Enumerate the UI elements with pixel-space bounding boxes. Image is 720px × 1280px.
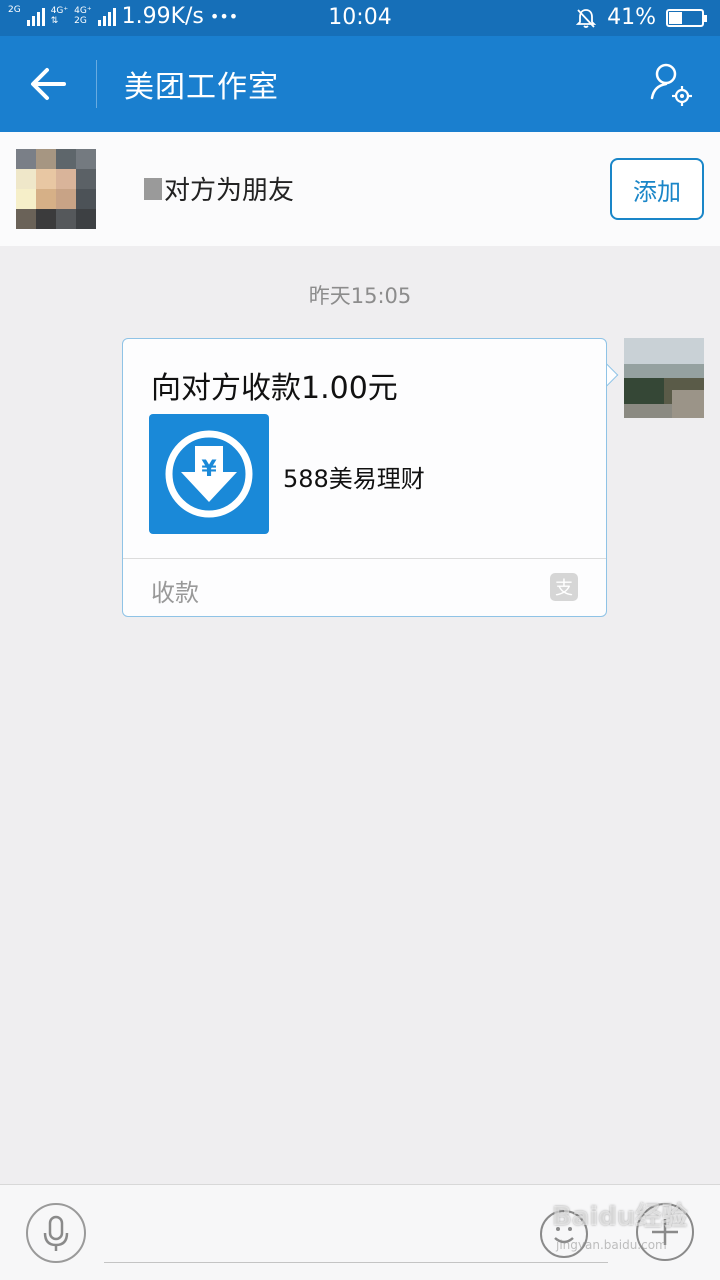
- baidu-watermark-url: jingyan.baidu.com: [556, 1238, 667, 1252]
- battery-percent: 41%: [607, 5, 656, 30]
- contact-avatar[interactable]: [16, 149, 96, 229]
- nav-bar: 美团工作室: [0, 36, 720, 132]
- yuan-download-icon: ¥: [165, 430, 253, 518]
- battery-icon: [666, 8, 707, 27]
- voice-input-button[interactable]: [26, 1203, 86, 1263]
- nav-divider: [96, 60, 97, 108]
- payer-app-name: 588美易理财: [283, 465, 425, 493]
- baidu-watermark: Baidu经验: [552, 1202, 688, 1232]
- my-avatar[interactable]: [624, 338, 704, 418]
- microphone-icon: [43, 1215, 69, 1251]
- back-button[interactable]: [22, 60, 74, 108]
- message-timestamp: 昨天15:05: [308, 284, 412, 308]
- payment-request-title: 向对方收款1.00元: [151, 371, 398, 406]
- message-input[interactable]: [104, 1203, 608, 1263]
- bell-muted-icon: [575, 8, 597, 28]
- app-icon: ¥: [149, 414, 269, 534]
- masked-name: [144, 177, 162, 200]
- back-arrow-icon: [31, 68, 66, 100]
- add-friend-bar: 对方为朋友 添加: [0, 132, 720, 246]
- profile-settings-icon: [650, 63, 692, 106]
- card-divider: [123, 558, 606, 559]
- status-bar: 2G 4G⁺ ⇅ 4G⁺ 2G 1.99K/s ••• 10:04 41%: [0, 0, 720, 36]
- svg-text:¥: ¥: [201, 457, 217, 482]
- card-footer-label: 收款: [151, 579, 199, 607]
- profile-settings-button[interactable]: [646, 60, 696, 110]
- payment-request-card[interactable]: 向对方收款1.00元 ¥ 588美易理财 收款 支: [122, 338, 607, 617]
- add-friend-prompt: 对方为朋友: [144, 170, 294, 207]
- alipay-icon: 支: [550, 573, 578, 601]
- page-title: 美团工作室: [124, 70, 279, 105]
- status-right: 41%: [575, 5, 707, 30]
- add-friend-button[interactable]: 添加: [610, 158, 704, 220]
- add-friend-prompt-text: 对方为朋友: [164, 176, 295, 206]
